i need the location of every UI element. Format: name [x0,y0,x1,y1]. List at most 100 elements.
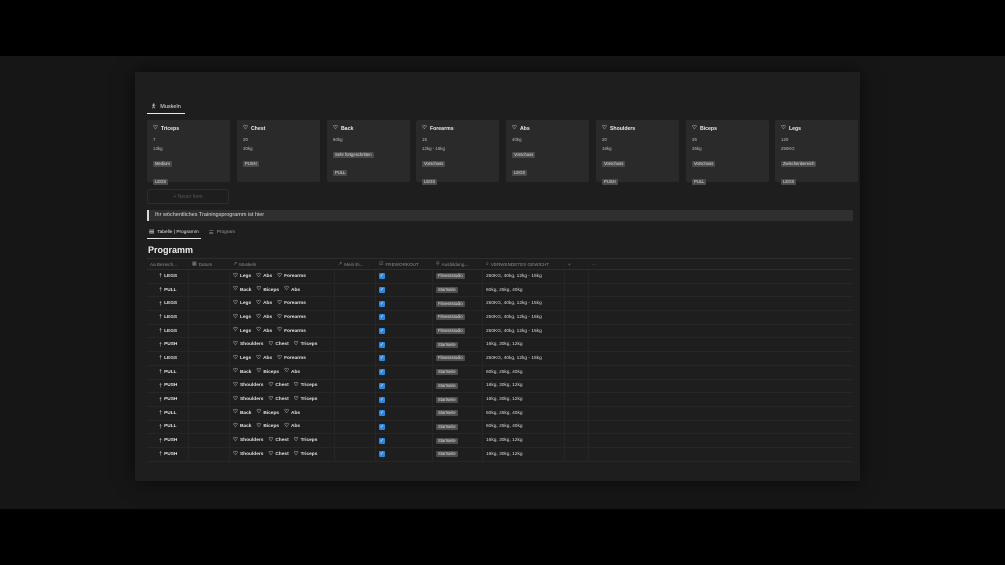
muscle-relation[interactable]: ♡ Triceps [294,437,318,444]
ausbildung-cell[interactable]: Startseite [433,420,483,434]
freworkout-cell[interactable]: ✓ [376,447,433,461]
muscles-cell[interactable]: ♡ Legs ♡ Abs ♡ Forearms [230,297,335,311]
muscle-relation[interactable]: ♡ Shoulders [233,342,263,348]
tab-muskeln[interactable]: 🯅 Muskeln [147,100,185,114]
table-row[interactable]: † LEGS ♡ Legs ♡ Abs ♡ Forearms ✓ Fitnessstudio 250… [147,297,853,312]
mein-cell[interactable] [335,270,376,283]
table-row[interactable]: † LEGS ♡ Legs ♡ Abs ♡ Forearms ✓ Fitnessstudio 250… [147,311,853,325]
row-name-cell[interactable]: † PUSH [147,379,189,393]
muscle-relation[interactable]: ♡ Abs [256,273,272,280]
muscles-cell[interactable]: ♡ Shoulders ♡ Chest ♡ Triceps [230,434,335,447]
checkbox-checked[interactable]: ✓ [379,410,385,417]
mein-cell[interactable] [335,324,376,338]
ausbildung-cell[interactable]: Startseite [433,283,483,297]
muscles-cell[interactable]: ♡ Shoulders ♡ Chest ♡ Triceps [230,447,335,461]
muscles-cell[interactable]: ♡ Back ♡ Biceps ♡ Abs [230,420,335,434]
table-row[interactable]: † LEGS ♡ Legs ♡ Abs ♡ Forearms ✓ Fitnessstudio 250… [147,352,853,366]
mein-cell[interactable] [335,393,376,406]
row-name-cell[interactable]: † PULL [147,365,189,379]
checkbox-checked[interactable]: ✓ [379,287,385,294]
checkbox-checked[interactable]: ✓ [379,273,385,280]
muscle-relation[interactable]: ♡ Forearms [277,328,306,334]
ausbildung-cell[interactable]: Startseite [433,379,483,393]
column-header[interactable]: ··· [589,259,853,269]
checkbox-checked[interactable]: ✓ [379,300,385,307]
muscle-relation[interactable]: ♡ Abs [284,424,300,430]
table-row[interactable]: † PUSH ♡ Shoulders ♡ Chest ♡ Triceps ✓ Startseite… [147,434,853,448]
muscle-relation[interactable]: ♡ Forearms [277,273,306,280]
muscle-relation[interactable]: ♡ Triceps [294,396,318,403]
freworkout-cell[interactable]: ✓ [376,420,433,434]
muscle-relation[interactable]: ♡ Back [233,369,251,375]
row-name-cell[interactable]: † LEGS [147,270,189,283]
muscle-relation[interactable]: ♡ Legs [233,355,251,362]
muscles-cell[interactable]: ♡ Back ♡ Biceps ♡ Abs [230,283,335,297]
row-name-cell[interactable]: † PULL [147,406,189,420]
muscle-relation[interactable]: ♡ Shoulders [233,383,263,389]
date-cell[interactable] [189,338,230,352]
muscle-relation[interactable]: ♡ Legs [233,328,251,334]
table-row[interactable]: † PULL ♡ Back ♡ Biceps ♡ Abs ✓ Startseite 60kg, 25… [147,365,853,380]
muscle-relation[interactable]: ♡ Forearms [277,355,306,362]
date-cell[interactable] [189,379,230,393]
muscle-relation[interactable]: ♡ Chest [268,342,288,348]
mein-cell[interactable] [335,420,376,434]
freworkout-cell[interactable]: ✓ [376,297,433,311]
muscle-card[interactable]: ♡ Triceps 7 13kg Medium LEGS [147,120,230,185]
muscle-relation[interactable]: ♡ Chest [268,383,288,389]
freworkout-cell[interactable]: ✓ [376,283,433,297]
muscle-relation[interactable]: ♡ Biceps [256,287,279,293]
table-row[interactable]: † PUSH ♡ Shoulders ♡ Chest ♡ Triceps ✓ Startseite… [147,393,853,407]
freworkout-cell[interactable]: ✓ [376,379,433,393]
mein-cell[interactable] [335,311,376,324]
row-name-cell[interactable]: † PUSH [147,393,189,406]
muscle-relation[interactable]: ♡ Chest [268,437,288,444]
checkbox-checked[interactable]: ✓ [379,382,385,389]
date-cell[interactable] [189,420,230,434]
column-header[interactable]: ↗ Muskeln [230,259,335,269]
table-row[interactable]: † PUSH ♡ Shoulders ♡ Chest ♡ Triceps ✓ Startseite… [147,379,853,394]
muscle-relation[interactable]: ♡ Abs [284,369,300,375]
muscle-relation[interactable]: ♡ Back [233,424,251,430]
ausbildung-cell[interactable]: Startseite [433,434,483,447]
muscles-cell[interactable]: ♡ Legs ♡ Abs ♡ Forearms [230,311,335,324]
column-header[interactable]: Aa Bezeich... [147,259,189,269]
muscle-relation[interactable]: ♡ Forearms [277,314,306,321]
row-name-cell[interactable]: † LEGS [147,352,189,365]
table-row[interactable]: † PUSH ♡ Shoulders ♡ Chest ♡ Triceps ✓ Startseite… [147,447,853,462]
muscle-relation[interactable]: ♡ Shoulders [233,437,263,444]
row-name-cell[interactable]: † PUSH [147,338,189,352]
checkbox-checked[interactable]: ✓ [379,437,385,444]
muscle-relation[interactable]: ♡ Abs [256,314,272,321]
freworkout-cell[interactable]: ✓ [376,352,433,365]
mein-cell[interactable] [335,379,376,393]
view-tab[interactable]: ▤ Tabelle | Programm [147,226,201,239]
freworkout-cell[interactable]: ✓ [376,338,433,352]
ausbildung-cell[interactable]: Fitnessstudio [433,270,483,283]
muscles-cell[interactable]: ♡ Legs ♡ Abs ♡ Forearms [230,352,335,365]
muscle-relation[interactable]: ♡ Triceps [294,383,318,389]
muscles-cell[interactable]: ♡ Back ♡ Biceps ♡ Abs [230,406,335,420]
date-cell[interactable] [189,352,230,365]
row-name-cell[interactable]: † PULL [147,283,189,297]
row-name-cell[interactable]: † LEGS [147,324,189,338]
mein-cell[interactable] [335,434,376,447]
row-name-cell[interactable]: † PUSH [147,434,189,447]
muscle-relation[interactable]: ♡ Chest [268,396,288,403]
ausbildung-cell[interactable]: Startseite [433,365,483,379]
muscle-relation[interactable]: ♡ Back [233,287,251,293]
checkbox-checked[interactable]: ✓ [379,451,385,458]
row-name-cell[interactable]: † LEGS [147,297,189,311]
muscle-card[interactable]: ♡ Chest 20 30kg PUSH [237,120,320,182]
date-cell[interactable] [189,324,230,338]
date-cell[interactable] [189,393,230,406]
date-cell[interactable] [189,447,230,461]
mein-cell[interactable] [335,365,376,379]
muscle-relation[interactable]: ♡ Chest [268,451,288,458]
muscles-cell[interactable]: ♡ Legs ♡ Abs ♡ Forearms [230,324,335,338]
view-tab[interactable]: ☰ Program [207,226,237,239]
muscles-cell[interactable]: ♡ Shoulders ♡ Chest ♡ Triceps [230,338,335,352]
freworkout-cell[interactable]: ✓ [376,406,433,420]
row-name-cell[interactable]: † LEGS [147,311,189,324]
muscle-relation[interactable]: ♡ Triceps [294,451,318,458]
